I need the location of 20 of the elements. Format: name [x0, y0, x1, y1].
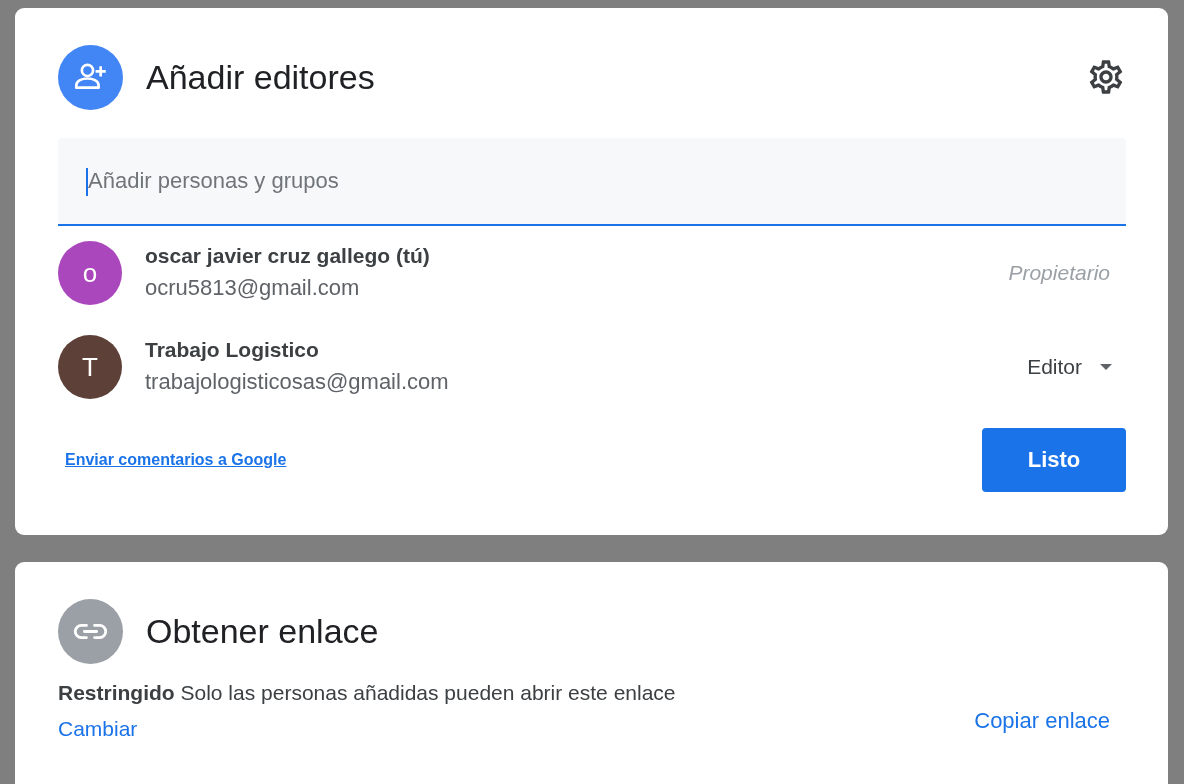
- link-icon: [58, 598, 123, 664]
- avatar: o: [58, 241, 122, 305]
- dialog-title: Añadir editores: [146, 57, 376, 97]
- text-cursor: [86, 168, 88, 196]
- person-name: Trabajo Logistico: [145, 337, 320, 363]
- feedback-link[interactable]: Enviar comentarios a Google: [65, 451, 287, 469]
- people-search-field[interactable]: Añadir personas y grupos: [58, 138, 1126, 226]
- dialog-title: Obtener enlace: [146, 611, 380, 651]
- copy-link-button[interactable]: Copiar enlace: [958, 700, 1126, 742]
- avatar: T: [58, 335, 122, 399]
- access-description: Restringido Solo las personas añadidas pueden abrir este enlace: [58, 681, 676, 705]
- add-person-icon: [58, 44, 123, 110]
- role-label: Propietario: [1008, 261, 1110, 285]
- person-name: oscar javier cruz gallego (tú): [145, 243, 431, 269]
- role-dropdown[interactable]: Editor: [1013, 347, 1126, 387]
- person-email: ocru5813@gmail.com: [145, 274, 361, 302]
- caret-icon: [1100, 364, 1112, 370]
- done-button[interactable]: Listo: [982, 428, 1126, 492]
- person-email: trabajologisticosas@gmail.com: [145, 368, 450, 396]
- change-link[interactable]: Cambiar: [58, 717, 138, 741]
